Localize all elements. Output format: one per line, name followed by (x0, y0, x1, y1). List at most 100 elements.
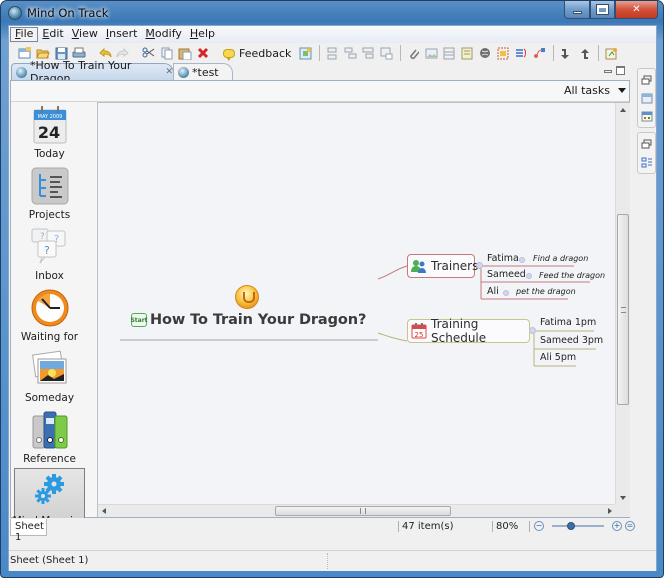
horizontal-scroll-thumb[interactable] (275, 506, 451, 516)
menu-file[interactable]: File (10, 27, 39, 42)
collapse-toggle-trainers[interactable] (476, 262, 483, 269)
sidebar-label: Reference (23, 453, 76, 465)
sidebar-item-reference[interactable]: Reference (14, 407, 85, 466)
grip-icon (621, 307, 626, 313)
scroll-down-arrow-icon[interactable] (620, 496, 626, 500)
scroll-up-arrow-icon[interactable] (620, 108, 626, 112)
subtopic-icon[interactable] (324, 45, 340, 61)
note-icon[interactable] (459, 45, 475, 61)
subtopic-fatima-1pm[interactable]: Fatima 1pm (540, 317, 596, 328)
zoom-slider-knob[interactable] (567, 522, 576, 530)
client-area: File Edit View Insert Modify Help Feedba… (8, 25, 657, 571)
menu-insert[interactable]: Insert (102, 27, 142, 42)
note-find-a-dragon[interactable]: Find a dragon (533, 254, 588, 263)
horizontal-scrollbar[interactable] (98, 504, 616, 517)
drill-down-icon[interactable] (558, 45, 574, 61)
inbox-questions-icon: ? ? ? (30, 227, 70, 267)
subtopic-fatima[interactable]: Fatima (487, 253, 519, 264)
pane-maximize-icon[interactable] (616, 66, 625, 75)
restore-view-icon[interactable] (641, 139, 653, 150)
subtopic-ali-5pm[interactable]: Ali 5pm (540, 352, 576, 363)
vertical-scrollbar[interactable] (615, 103, 630, 505)
outline-view-icon[interactable] (641, 157, 653, 168)
drill-up-icon[interactable] (576, 45, 592, 61)
connector-trainers (377, 265, 408, 280)
sidebar-label: Today (34, 148, 65, 160)
sidebar-item-today[interactable]: MAY 2009 24 Today (14, 102, 85, 161)
menu-help[interactable]: Help (186, 27, 219, 42)
properties-view-icon[interactable] (641, 93, 653, 104)
scroll-right-arrow-icon[interactable] (608, 508, 612, 514)
note-indicator (503, 290, 509, 296)
connector-schedule (377, 332, 408, 342)
tab-how-to-train-your-dragon[interactable]: *How To Train Your Dragon ✕ (11, 59, 174, 85)
calendar-view-icon[interactable] (641, 111, 653, 122)
tab-test[interactable]: *test (173, 63, 233, 80)
minimize-button[interactable] (564, 1, 590, 19)
sidebar-item-someday[interactable]: Someday (14, 346, 85, 405)
vertical-scroll-thumb[interactable] (617, 214, 629, 405)
central-topic[interactable]: Start How To Train Your Dragon? (130, 312, 366, 328)
sidebar-label: Projects (28, 209, 71, 221)
collapse-toggle-schedule[interactable] (529, 327, 536, 334)
sheet-tab[interactable]: Sheet 1 (10, 519, 47, 543)
svg-text:24: 24 (37, 123, 59, 142)
sidebar-item-waiting-for[interactable]: Waiting for (14, 285, 85, 344)
zoom-level: 80% (496, 521, 519, 532)
mindmap-connectors (120, 265, 596, 367)
note-pet-the-dragon[interactable]: pet the dragon (516, 287, 576, 296)
menu-view[interactable]: View (68, 27, 102, 42)
bottom-status-bar: Sheet (Sheet 1) (9, 550, 656, 571)
restore-view-icon[interactable] (641, 75, 653, 86)
insert-topic-icon[interactable] (297, 45, 313, 61)
close-icon: ✕ (632, 4, 641, 15)
sibling-topic-icon[interactable] (342, 45, 358, 61)
summary-icon[interactable] (441, 45, 457, 61)
binders-icon (30, 410, 70, 450)
parent-topic-icon[interactable] (360, 45, 376, 61)
zoom-out-icon[interactable]: − (534, 521, 544, 531)
subtopic-sameed-3pm[interactable]: Sameed 3pm (540, 335, 603, 346)
all-tasks-dropdown[interactable]: All tasks (564, 84, 629, 97)
close-button[interactable]: ✕ (615, 1, 658, 19)
relationship-icon[interactable] (531, 45, 547, 61)
copy-icon[interactable] (159, 45, 175, 61)
scroll-left-arrow-icon[interactable] (102, 508, 106, 514)
subtopic-ali[interactable]: Ali (487, 286, 499, 297)
menu-edit[interactable]: Edit (38, 27, 67, 42)
tab-close-icon[interactable]: ✕ (165, 67, 173, 77)
sidebar-item-projects[interactable]: Projects (14, 163, 85, 222)
feedback-label: Feedback (239, 46, 292, 60)
attachment-icon[interactable] (405, 45, 421, 61)
minimize-icon (572, 11, 582, 14)
maximize-button[interactable] (590, 1, 615, 19)
zoom-in-icon[interactable]: + (612, 521, 622, 531)
image-icon[interactable] (423, 45, 439, 61)
feedback-button[interactable]: Feedback (223, 46, 292, 61)
topic-trainers[interactable]: Trainers (407, 254, 478, 278)
svg-text:?: ? (40, 232, 45, 242)
callout-icon[interactable] (513, 45, 529, 61)
mindmap-canvas[interactable]: Start How To Train Your Dragon? Trainers… (97, 102, 630, 517)
boundary-icon[interactable] (495, 45, 511, 61)
zoom-slider[interactable] (552, 521, 604, 531)
tasks-filter-bar: All tasks (11, 81, 629, 102)
menu-modify[interactable]: Modify (141, 27, 185, 42)
topic-training-schedule[interactable]: 25 Training Schedule (407, 317, 530, 345)
sidebar-item-inbox[interactable]: ? ? ? Inbox (14, 224, 85, 283)
paste-icon[interactable] (177, 45, 193, 61)
title-bar[interactable]: Mind On Track ✕ (1, 1, 663, 25)
note-feed-the-dragon[interactable]: Feed the dragon (539, 271, 605, 280)
all-tasks-label: All tasks (563, 84, 610, 97)
document-tab-bar: *How To Train Your Dragon ✕ *test (9, 59, 629, 85)
hyperlink-icon[interactable] (477, 45, 493, 61)
delete-icon[interactable] (195, 45, 211, 61)
scroll-corner (615, 504, 630, 517)
export-icon[interactable] (603, 45, 619, 61)
sidebar-label: Waiting for (20, 331, 79, 343)
subtopic-sameed[interactable]: Sameed (487, 269, 526, 280)
pane-minimize-icon[interactable] (604, 70, 612, 73)
zoom-fit-icon[interactable]: = (625, 521, 635, 531)
floating-topic-icon[interactable] (378, 45, 394, 61)
mindmap-globe-icon (178, 66, 189, 78)
